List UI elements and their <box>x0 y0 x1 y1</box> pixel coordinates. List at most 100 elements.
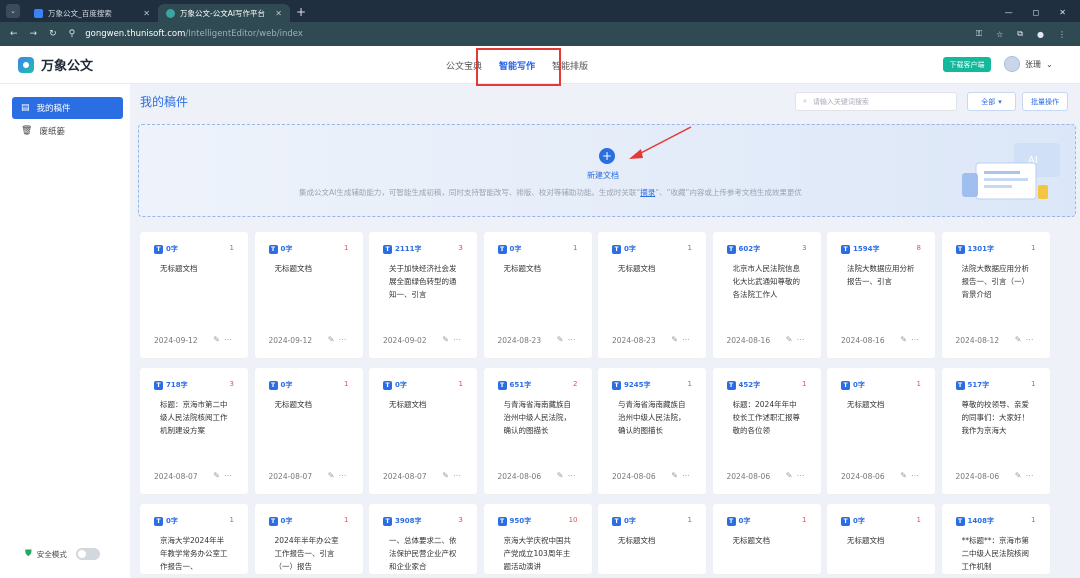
close-tab-icon[interactable]: ✕ <box>143 9 150 18</box>
search-input[interactable]: ⌕ 请输入关键词搜索 <box>795 92 957 111</box>
edit-icon[interactable]: ✎ <box>442 335 453 344</box>
reload-icon[interactable]: ↻ <box>49 29 57 39</box>
document-card[interactable]: T 0字 1 无标题文档 2024-08-07 ✎⋯ <box>369 368 477 494</box>
card-actions: ✎⋯ <box>328 471 351 480</box>
more-icon[interactable]: ⋯ <box>339 335 351 344</box>
browser-menu-icon[interactable]: ⋮ <box>1058 30 1066 39</box>
edit-icon[interactable]: ✎ <box>786 335 797 344</box>
more-icon[interactable]: ⋯ <box>568 335 580 344</box>
more-icon[interactable]: ⋯ <box>453 471 465 480</box>
minimize-icon[interactable]: — <box>1005 8 1013 17</box>
document-card[interactable]: T 602字 3 北京市人民法院信息化大比武通知尊敬的各法院工作人 2024-08-16… <box>712 232 821 358</box>
document-card[interactable]: T 452字 1 标题：2024年年中校长工作述职汇报尊敬的各位领 2024-08-06… <box>712 368 821 494</box>
document-card[interactable]: T 0字 1 无标题文档 2024-09-12 ✎⋯ <box>140 232 248 358</box>
edit-icon[interactable]: ✎ <box>1015 335 1026 344</box>
edit-icon[interactable]: ✎ <box>900 471 911 480</box>
url-field[interactable]: gongwen.thunisoft.com/IntelligentEditor/… <box>85 29 303 39</box>
document-card[interactable]: T 1301字 1 法院大数据应用分析报告一、引言（一）背景介绍 2024-08-12 ✎… <box>941 232 1050 358</box>
browser-tabstrip: ⌄ 万象公文_百度搜索 ✕ 万象公文-公文AI写作平台 ✕ + — ◻ ✕ <box>0 0 1080 22</box>
word-count-badge: T 0字 <box>612 516 636 526</box>
edit-icon[interactable]: ✎ <box>557 471 568 480</box>
version-count: 1 <box>802 380 807 388</box>
more-icon[interactable]: ⋯ <box>1026 335 1038 344</box>
user-menu[interactable]: 张珊 ⌄ <box>1004 56 1053 72</box>
edit-icon[interactable]: ✎ <box>557 335 568 344</box>
download-client-button[interactable]: 下载客户端 <box>943 57 991 72</box>
document-card[interactable]: T 0字 1 无标题文档 2024-09-12 ✎⋯ <box>254 232 363 358</box>
plus-icon[interactable]: + <box>599 148 615 164</box>
text-type-icon: T <box>268 516 278 526</box>
more-icon[interactable]: ⋯ <box>224 335 236 344</box>
text-type-icon: T <box>612 380 621 390</box>
edit-icon[interactable]: ✎ <box>213 335 224 344</box>
forward-icon[interactable]: → <box>30 29 38 39</box>
document-card[interactable]: T 0字 1 无标题文档 <box>598 504 706 574</box>
safe-mode-toggle[interactable] <box>75 548 100 560</box>
version-count: 1 <box>1031 516 1036 524</box>
more-icon[interactable]: ⋯ <box>224 471 236 480</box>
edit-icon[interactable]: ✎ <box>671 471 682 480</box>
edit-icon[interactable]: ✎ <box>328 471 339 480</box>
new-tab-icon[interactable]: + <box>296 5 306 19</box>
site-settings-icon[interactable]: ⚲ <box>69 29 76 39</box>
tab-search-icon[interactable]: ⌄ <box>6 4 20 18</box>
document-card[interactable]: T 517字 1 尊敬的校领导、亲爱的同事们：大家好！我作为京海大 2024-08-06… <box>941 368 1050 494</box>
more-icon[interactable]: ⋯ <box>911 335 923 344</box>
more-icon[interactable]: ⋯ <box>1026 471 1038 480</box>
document-card[interactable]: T 2111字 3 关于加快经济社会发展全面绿色转型的通知一、引言 2024-09-02… <box>369 232 477 358</box>
chevron-down-icon: ⌄ <box>1046 59 1053 69</box>
document-card[interactable]: T 0字 1 京海大学2024年半年教学常务办公室工作报告一、 <box>140 504 248 574</box>
word-count-badge: T 1301字 <box>955 244 994 254</box>
document-card[interactable]: T 1408字 1 **标题**：京海市第二中级人民法院核阅工作机制 <box>941 504 1050 574</box>
batch-operation-button[interactable]: 批量操作 <box>1022 92 1068 111</box>
profile-icon[interactable]: ● <box>1037 30 1044 39</box>
edit-icon[interactable]: ✎ <box>442 471 453 480</box>
document-card[interactable]: T 9245字 1 与青海省海南藏族自治州中级人民法院，确认的图描长 2024-08-0… <box>598 368 706 494</box>
document-card[interactable]: T 718字 3 标题：京海市第二中级人民法院核阅工作机制建设方案 2024-08-07… <box>140 368 248 494</box>
more-icon[interactable]: ⋯ <box>797 335 809 344</box>
more-icon[interactable]: ⋯ <box>682 335 694 344</box>
document-card[interactable]: T 950字 10 京海大学庆祝中国共产党成立103周年主题活动演讲 <box>483 504 592 574</box>
more-icon[interactable]: ⋯ <box>339 471 351 480</box>
document-card[interactable]: T 0字 1 无标题文档 2024-08-23 ✎⋯ <box>598 232 706 358</box>
new-document-label[interactable]: 新建文档 <box>587 170 619 181</box>
excerpt-link[interactable]: 摘录 <box>640 188 655 197</box>
new-document-panel[interactable]: + 新建文档 集成公文AI生成辅助能力，可智能生成初稿，同时支持智能改写、排版、… <box>138 124 1076 217</box>
back-icon[interactable]: ← <box>10 29 18 39</box>
close-window-icon[interactable]: ✕ <box>1059 8 1066 17</box>
sidebar-item-trash[interactable]: 🗑 废纸篓 <box>12 120 123 142</box>
more-icon[interactable]: ⋯ <box>453 335 465 344</box>
document-card[interactable]: T 3908字 3 一、总体要求二、依法保护民营企业产权和企业家合 <box>369 504 477 574</box>
extensions-icon[interactable]: ⧉ <box>1017 29 1023 39</box>
more-icon[interactable]: ⋯ <box>568 471 580 480</box>
more-icon[interactable]: ⋯ <box>682 471 694 480</box>
document-card[interactable]: T 0字 1 无标题文档 <box>827 504 935 574</box>
edit-icon[interactable]: ✎ <box>328 335 339 344</box>
document-card[interactable]: T 0字 1 2024年半年办公室工作报告一、引言（一）报告 <box>254 504 363 574</box>
browser-tab-1[interactable]: 万象公文_百度搜索 ✕ <box>26 4 158 22</box>
more-icon[interactable]: ⋯ <box>797 471 809 480</box>
document-card[interactable]: T 1594字 8 法院大数据应用分析报告一、引言 2024-08-16 ✎⋯ <box>827 232 935 358</box>
edit-icon[interactable]: ✎ <box>786 471 797 480</box>
document-card[interactable]: T 0字 1 无标题文档 2024-08-07 ✎⋯ <box>254 368 363 494</box>
document-card[interactable]: T 0字 1 无标题文档 2024-08-06 ✎⋯ <box>827 368 935 494</box>
sidebar-item-my-drafts[interactable]: ▤ 我的稿件 <box>12 97 123 119</box>
filter-all-dropdown[interactable]: 全部 ▾ <box>967 92 1016 111</box>
edit-icon[interactable]: ✎ <box>671 335 682 344</box>
edit-icon[interactable]: ✎ <box>213 471 224 480</box>
app-logo[interactable]: 万象公文 <box>18 55 93 74</box>
browser-tab-2[interactable]: 万象公文-公文AI写作平台 ✕ <box>158 4 290 22</box>
edit-icon[interactable]: ✎ <box>1015 471 1026 480</box>
document-card[interactable]: T 0字 1 无标题文档 2024-08-23 ✎⋯ <box>483 232 592 358</box>
close-tab-icon[interactable]: ✕ <box>275 9 282 18</box>
document-preview: 无标题文档 <box>274 264 313 273</box>
document-card[interactable]: T 0字 1 无标题文档 <box>712 504 821 574</box>
maximize-icon[interactable]: ◻ <box>1033 8 1040 17</box>
text-type-icon: T <box>612 516 621 526</box>
document-card[interactable]: T 651字 2 与青海省海南藏族自治州中级人民法院，确认的图描长 2024-08-06… <box>483 368 592 494</box>
more-icon[interactable]: ⋯ <box>911 471 923 480</box>
bookmark-star-icon[interactable]: ☆ <box>996 30 1003 39</box>
password-key-icon[interactable]: ⚿ <box>976 29 982 39</box>
caret-down-icon: ▾ <box>998 97 1002 106</box>
edit-icon[interactable]: ✎ <box>900 335 911 344</box>
